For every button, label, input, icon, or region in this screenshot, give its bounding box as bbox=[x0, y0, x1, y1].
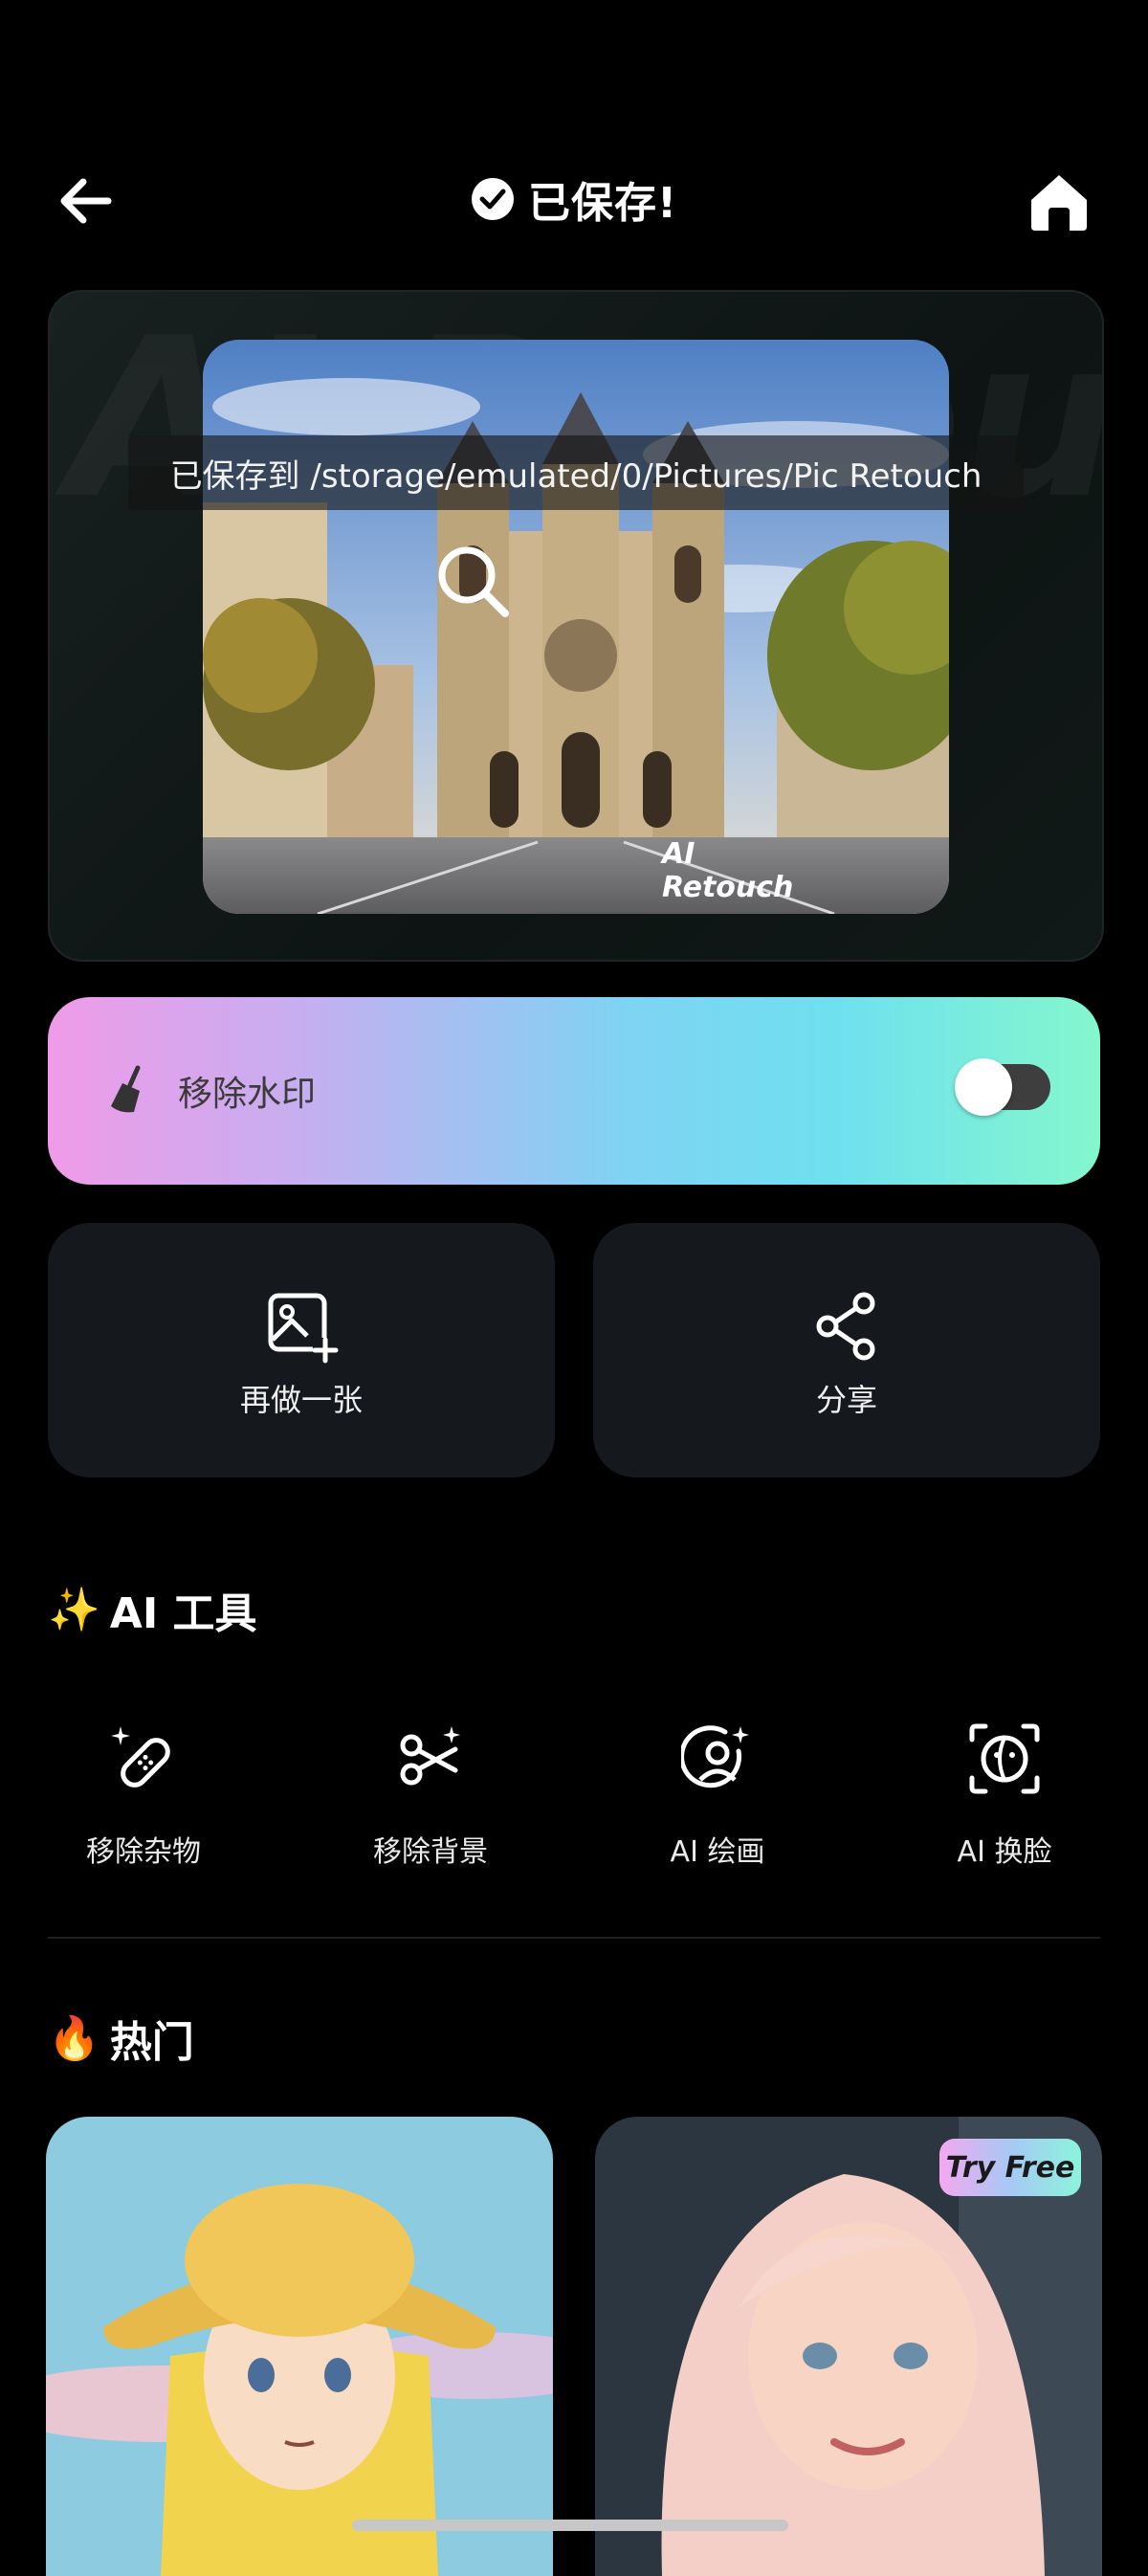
try-free-badge: Try Free bbox=[939, 2139, 1081, 2196]
tool-remove-object-label: 移除杂物 bbox=[86, 1835, 201, 1869]
tool-ai-painting-label: AI 绘画 bbox=[670, 1835, 765, 1869]
scissors-sparkle-icon bbox=[400, 1726, 460, 1786]
anime-girl-image bbox=[46, 2117, 553, 2576]
cathedral-image bbox=[203, 340, 949, 914]
ai-tools-title: ✨ AI 工具 bbox=[48, 1579, 257, 1640]
zoom-icon[interactable] bbox=[432, 541, 514, 622]
add-image-icon bbox=[268, 1293, 339, 1364]
section-divider bbox=[48, 1937, 1100, 1939]
bandage-sparkle-icon bbox=[111, 1726, 170, 1788]
check-circle-icon bbox=[471, 178, 514, 220]
home-button[interactable] bbox=[1026, 167, 1093, 234]
hot-title: 🔥 热门 bbox=[48, 2008, 194, 2069]
home-indicator[interactable] bbox=[352, 2520, 788, 2531]
broom-icon bbox=[111, 1065, 141, 1113]
tool-remove-object[interactable]: 移除杂物 bbox=[0, 1722, 287, 1876]
toggle-thumb[interactable] bbox=[955, 1058, 1012, 1116]
share-label: 分享 bbox=[815, 1382, 877, 1418]
tool-ai-painting[interactable]: AI 绘画 bbox=[574, 1722, 861, 1876]
tool-face-swap[interactable]: AI 换脸 bbox=[861, 1722, 1148, 1876]
preview-card: AI Retouch bbox=[48, 290, 1104, 962]
tool-face-swap-label: AI 换脸 bbox=[957, 1835, 1052, 1869]
watermark-badge: AI Retouch bbox=[662, 837, 794, 904]
fire-icon: 🔥 bbox=[48, 2014, 100, 2063]
share-button[interactable]: 分享 bbox=[593, 1223, 1100, 1477]
make-another-button[interactable]: 再做一张 bbox=[48, 1223, 555, 1477]
saved-image[interactable] bbox=[203, 340, 949, 914]
ai-tools-heading: AI 工具 bbox=[109, 1589, 257, 1638]
tool-remove-background-label: 移除背景 bbox=[373, 1835, 488, 1869]
tool-remove-background[interactable]: 移除背景 bbox=[287, 1722, 574, 1876]
share-icon bbox=[816, 1292, 875, 1361]
make-another-label: 再做一张 bbox=[239, 1382, 363, 1418]
face-swap-icon bbox=[969, 1723, 1040, 1794]
page-title: 已保存! bbox=[0, 170, 1148, 228]
remove-watermark-label: 移除水印 bbox=[178, 1075, 317, 1114]
sparkles-icon: ✨ bbox=[48, 1586, 100, 1634]
title-text: 已保存! bbox=[527, 179, 678, 228]
hot-card-anime[interactable] bbox=[46, 2117, 553, 2576]
hot-heading: 热门 bbox=[109, 2018, 194, 2067]
home-icon bbox=[1031, 175, 1087, 231]
magnifier-icon bbox=[438, 546, 509, 617]
remove-watermark-bar[interactable]: 移除水印 bbox=[48, 997, 1100, 1185]
saved-path-toast: 已保存到 /storage/emulated/0/Pictures/Pic Re… bbox=[128, 435, 1024, 510]
user-sparkle-icon bbox=[681, 1725, 749, 1788]
